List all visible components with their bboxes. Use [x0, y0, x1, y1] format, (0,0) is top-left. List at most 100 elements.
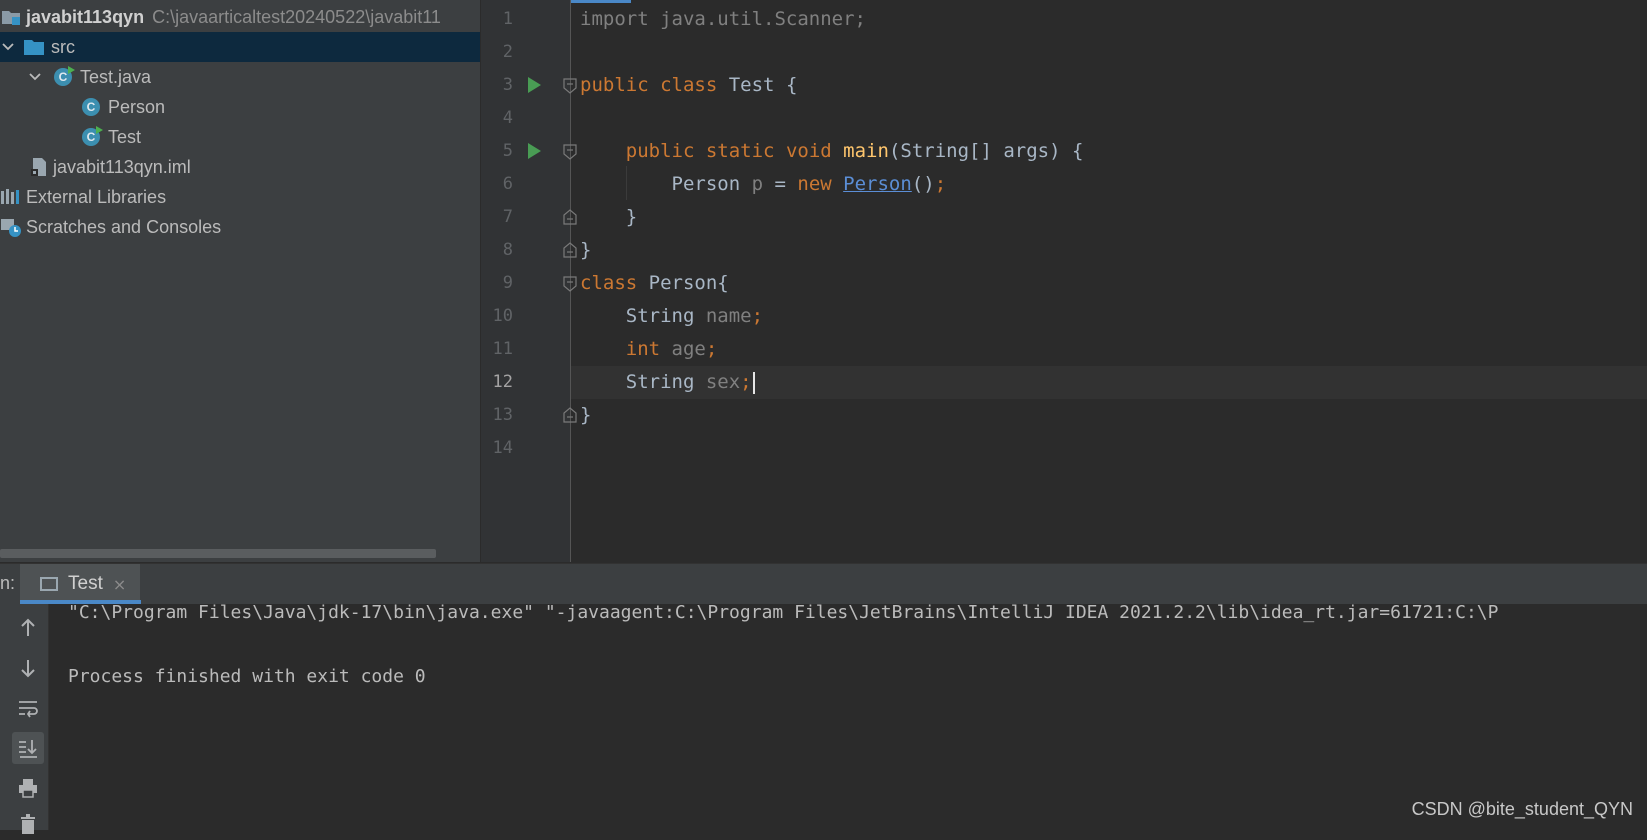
soft-wrap-icon — [19, 701, 38, 718]
horizontal-scrollbar[interactable] — [0, 549, 436, 558]
code-editor[interactable]: 1 2 3 4 5 6 7 8 9 10 11 12 13 14 import … — [481, 0, 1647, 562]
fold-open-icon[interactable] — [563, 276, 577, 292]
chevron-down-icon[interactable] — [26, 68, 44, 86]
line-number: 4 — [502, 108, 513, 128]
tree-item-iml[interactable]: javabit113qyn.iml — [0, 152, 480, 182]
code-token: (String[] args) { — [888, 140, 1084, 162]
fold-close-icon[interactable] — [563, 407, 577, 423]
line-number: 1 — [502, 9, 513, 29]
tree-item-label: Test — [108, 126, 142, 147]
console-exit-message: Process finished with exit code 0 — [68, 666, 426, 687]
project-tool-window: javabit113qyn C:\javaarticaltest20240522… — [0, 0, 480, 562]
code-line-8[interactable]: } — [580, 234, 591, 267]
line-number: 9 — [502, 273, 513, 293]
code-line-1[interactable]: import java.util.Scanner; — [580, 3, 866, 36]
print-button[interactable] — [12, 772, 44, 804]
console-output[interactable]: "C:\Program Files\Java\jdk-17\bin\java.e… — [49, 602, 1647, 830]
tree-item-scratches[interactable]: Scratches and Consoles — [0, 212, 480, 242]
scroll-to-end-icon — [19, 740, 37, 758]
code-token: = — [763, 173, 798, 195]
close-icon[interactable]: × — [113, 575, 126, 594]
line-number: 5 — [502, 141, 513, 161]
tree-item-label: Person — [108, 96, 166, 117]
code-token: public — [625, 140, 695, 162]
code-token: } — [580, 239, 592, 261]
code-token: Test — [717, 74, 786, 96]
code-token: main — [843, 140, 889, 162]
project-root-name: javabit113qyn — [26, 6, 145, 27]
libraries-icon — [0, 186, 22, 208]
tree-item-external-libraries[interactable]: External Libraries — [0, 182, 480, 212]
code-token: int — [625, 338, 661, 360]
fold-close-icon[interactable] — [563, 209, 577, 225]
run-class-gutter-icon[interactable] — [528, 77, 541, 93]
run-main-gutter-icon[interactable] — [528, 143, 541, 159]
code-line-12[interactable]: String sex; — [580, 366, 755, 399]
line-number: 14 — [492, 438, 513, 458]
code-line-10[interactable]: String name; — [580, 300, 763, 333]
code-token: p — [751, 173, 764, 195]
code-token: name — [705, 305, 752, 327]
line-number: 13 — [492, 405, 513, 425]
tree-item-label: Scratches and Consoles — [26, 216, 222, 237]
line-number: 10 — [492, 306, 513, 326]
line-number: 6 — [502, 174, 513, 194]
line-number: 7 — [502, 207, 513, 227]
line-number: 3 — [502, 75, 513, 95]
code-line-6[interactable]: Person p = new Person(); — [580, 168, 947, 201]
soft-wrap-button[interactable] — [12, 692, 44, 724]
code-token: ; — [740, 371, 752, 393]
runnable-class-icon: C — [80, 126, 103, 148]
run-toolbar — [0, 604, 49, 834]
run-label: n: — [0, 573, 16, 593]
code-line-3[interactable]: public class Test { — [580, 69, 797, 102]
code-line-13[interactable]: } — [580, 399, 591, 432]
code-token: () — [911, 173, 935, 195]
line-number: 11 — [492, 339, 513, 359]
run-tab-label: Test — [68, 573, 103, 594]
project-folder-icon — [0, 6, 22, 28]
watermark: CSDN @bite_student_QYN — [1411, 799, 1633, 819]
scroll-to-end-button[interactable] — [12, 732, 44, 764]
code-token: Person{ — [637, 272, 729, 294]
code-token: } — [580, 404, 592, 426]
code-token: String — [625, 305, 706, 327]
tree-item-class-test[interactable]: C Test — [0, 122, 480, 152]
code-token: String — [625, 371, 706, 393]
code-token: java.util.Scanner; — [648, 8, 866, 30]
fold-open-icon[interactable] — [563, 144, 577, 160]
code-token: ; — [705, 338, 718, 360]
arrow-down-icon — [21, 660, 35, 678]
line-number-current: 12 — [492, 372, 513, 392]
code-token: public — [580, 74, 649, 96]
tree-item-test-java[interactable]: C Test.java — [0, 62, 480, 92]
clear-all-button[interactable] — [12, 808, 44, 840]
console-command-line: "C:\Program Files\Java\jdk-17\bin\java.e… — [68, 602, 1499, 623]
tree-item-src[interactable]: src — [0, 32, 480, 62]
class-icon: C — [80, 96, 102, 118]
tree-item-class-person[interactable]: C Person — [0, 92, 480, 122]
project-root-item[interactable]: javabit113qyn C:\javaarticaltest20240522… — [0, 2, 480, 32]
fold-open-icon[interactable] — [563, 78, 577, 94]
code-line-5[interactable]: public static void main(String[] args) { — [580, 135, 1084, 168]
line-number: 8 — [502, 240, 513, 260]
project-root-path: C:\javaarticaltest20240522\javabit11 — [152, 6, 441, 27]
run-tab-test[interactable]: Test × — [20, 564, 140, 604]
scroll-down-button[interactable] — [12, 652, 44, 684]
arrow-up-icon — [21, 618, 35, 636]
scroll-up-button[interactable] — [12, 612, 44, 644]
tree-item-label: Test.java — [80, 66, 152, 87]
code-line-11[interactable]: int age; — [580, 333, 718, 366]
code-line-7[interactable]: } — [580, 201, 637, 234]
java-class-file-icon: C — [52, 66, 75, 88]
print-icon — [19, 779, 37, 798]
code-link-person[interactable]: Person — [843, 173, 912, 195]
code-token: class — [660, 74, 718, 96]
chevron-down-icon[interactable] — [0, 38, 17, 56]
code-line-9[interactable]: class Person{ — [580, 267, 729, 300]
tree-item-label: src — [51, 36, 75, 57]
code-token: sex — [705, 371, 741, 393]
fold-close-icon[interactable] — [563, 242, 577, 258]
line-number: 2 — [502, 42, 513, 62]
code-token: void — [785, 140, 832, 162]
